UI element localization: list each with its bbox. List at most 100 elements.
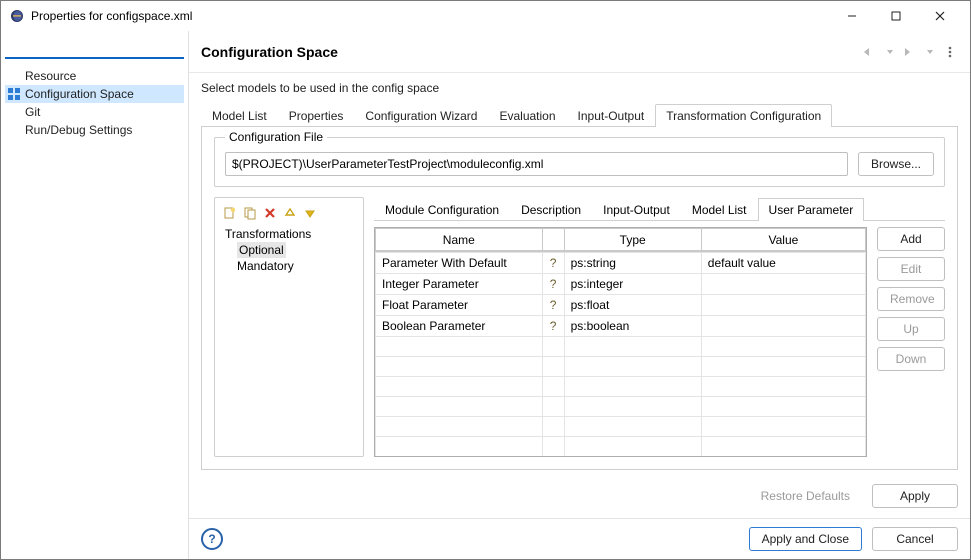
- col-name[interactable]: Name: [376, 229, 543, 251]
- cancel-button[interactable]: Cancel: [872, 527, 958, 551]
- help-icon[interactable]: ?: [542, 274, 564, 295]
- table-row: [376, 357, 866, 377]
- nav-label: Resource: [25, 69, 76, 83]
- sidebar: Resource Configuration Space Git Run/Deb…: [1, 31, 189, 559]
- apply-close-button[interactable]: Apply and Close: [749, 527, 862, 551]
- tree-item-optional[interactable]: Optional: [221, 242, 357, 258]
- menu-icon[interactable]: [942, 44, 958, 60]
- apply-button[interactable]: Apply: [872, 484, 958, 508]
- tree-toolbar: [221, 204, 357, 222]
- col-type[interactable]: Type: [564, 229, 701, 251]
- table-row[interactable]: Integer Parameter ? ps:integer: [376, 274, 866, 295]
- help-icon[interactable]: ?: [201, 528, 223, 550]
- filter-input[interactable]: [5, 37, 184, 59]
- page-title: Configuration Space: [201, 44, 862, 60]
- nav-item-run-debug[interactable]: Run/Debug Settings: [5, 121, 184, 139]
- cell-value: default value: [701, 253, 865, 274]
- nav-item-configuration-space[interactable]: Configuration Space: [5, 85, 184, 103]
- forward-dropdown-icon[interactable]: [922, 44, 938, 60]
- transformations-tree[interactable]: Transformations Optional Mandatory: [221, 226, 357, 274]
- cell-name: Integer Parameter: [376, 274, 543, 295]
- inner-tab-module-config[interactable]: Module Configuration: [374, 198, 510, 221]
- table-row: [376, 397, 866, 417]
- maximize-button[interactable]: [874, 2, 918, 30]
- cell-value: [701, 316, 865, 337]
- nav-label: Run/Debug Settings: [25, 123, 132, 137]
- nav-label: Git: [25, 105, 40, 119]
- cell-type: ps:integer: [564, 274, 701, 295]
- help-icon[interactable]: ?: [542, 295, 564, 316]
- tab-model-list[interactable]: Model List: [201, 104, 278, 127]
- col-value[interactable]: Value: [701, 229, 865, 251]
- col-help[interactable]: [542, 229, 564, 251]
- right-panel: Module Configuration Description Input-O…: [374, 197, 945, 457]
- inner-tab-input-output[interactable]: Input-Output: [592, 198, 681, 221]
- cell-type: ps:float: [564, 295, 701, 316]
- down-arrow-icon[interactable]: [301, 204, 319, 222]
- close-button[interactable]: [918, 2, 962, 30]
- delete-icon[interactable]: [261, 204, 279, 222]
- remove-button[interactable]: Remove: [877, 287, 945, 311]
- copy-icon[interactable]: [241, 204, 259, 222]
- tree-root-item[interactable]: Transformations: [221, 226, 357, 242]
- help-icon[interactable]: ?: [542, 316, 564, 337]
- up-button[interactable]: Up: [877, 317, 945, 341]
- cell-name: Boolean Parameter: [376, 316, 543, 337]
- back-icon[interactable]: [862, 44, 878, 60]
- outer-tabstrip: Model List Properties Configuration Wiza…: [201, 103, 958, 127]
- cell-value: [701, 295, 865, 316]
- minimize-button[interactable]: [830, 2, 874, 30]
- nav-item-git[interactable]: Git: [5, 103, 184, 121]
- add-button[interactable]: Add: [877, 227, 945, 251]
- nav-label: Configuration Space: [25, 87, 134, 101]
- cell-value: [701, 274, 865, 295]
- tab-input-output[interactable]: Input-Output: [567, 104, 656, 127]
- tab-config-wizard[interactable]: Configuration Wizard: [354, 104, 488, 127]
- titlebar: Properties for configspace.xml: [1, 1, 970, 31]
- parameter-grid[interactable]: Name Type Value: [374, 227, 867, 457]
- tab-properties[interactable]: Properties: [278, 104, 355, 127]
- back-dropdown-icon[interactable]: [882, 44, 898, 60]
- table-row[interactable]: Boolean Parameter ? ps:boolean: [376, 316, 866, 337]
- inner-tab-model-list[interactable]: Model List: [681, 198, 758, 221]
- inner-tab-user-parameter[interactable]: User Parameter: [758, 198, 865, 221]
- tree-item-mandatory[interactable]: Mandatory: [221, 258, 357, 274]
- config-file-input[interactable]: [225, 152, 848, 176]
- table-row: [376, 417, 866, 437]
- inner-split: Transformations Optional Mandatory Modul…: [214, 197, 945, 457]
- subheader: Select models to be used in the config s…: [201, 81, 958, 95]
- header-nav-icons: [862, 44, 958, 60]
- table-row[interactable]: Float Parameter ? ps:float: [376, 295, 866, 316]
- forward-icon[interactable]: [902, 44, 918, 60]
- new-file-icon[interactable]: [221, 204, 239, 222]
- content: Select models to be used in the config s…: [189, 73, 970, 476]
- restore-defaults-button[interactable]: Restore Defaults: [749, 484, 862, 508]
- table-row: [376, 437, 866, 457]
- table-row[interactable]: Parameter With Default ? ps:string defau…: [376, 253, 866, 274]
- config-file-legend: Configuration File: [225, 130, 327, 144]
- browse-button[interactable]: Browse...: [858, 152, 934, 176]
- main-area: Configuration Space Select models to be …: [189, 31, 970, 559]
- footer-close-row: ? Apply and Close Cancel: [189, 519, 970, 559]
- inner-tabstrip: Module Configuration Description Input-O…: [374, 197, 945, 221]
- up-arrow-icon[interactable]: [281, 204, 299, 222]
- edit-button[interactable]: Edit: [877, 257, 945, 281]
- cell-type: ps:string: [564, 253, 701, 274]
- grid-wrap: Name Type Value: [374, 227, 945, 457]
- nav-item-resource[interactable]: Resource: [5, 67, 184, 85]
- eclipse-icon: [9, 8, 25, 24]
- table-row: [376, 377, 866, 397]
- grid-button-column: Add Edit Remove Up Down: [877, 227, 945, 457]
- help-icon[interactable]: ?: [542, 253, 564, 274]
- tab-evaluation[interactable]: Evaluation: [488, 104, 566, 127]
- footer-apply-row: Restore Defaults Apply: [189, 476, 970, 518]
- down-button[interactable]: Down: [877, 347, 945, 371]
- transformation-config-pane: Configuration File Browse...: [201, 127, 958, 470]
- tab-transformation-config[interactable]: Transformation Configuration: [655, 104, 832, 127]
- dialog-body: Resource Configuration Space Git Run/Deb…: [1, 31, 970, 559]
- cell-type: ps:boolean: [564, 316, 701, 337]
- page-header: Configuration Space: [189, 31, 970, 73]
- inner-tab-description[interactable]: Description: [510, 198, 592, 221]
- config-space-icon: [7, 87, 21, 101]
- dialog-window: Properties for configspace.xml Resource …: [0, 0, 971, 560]
